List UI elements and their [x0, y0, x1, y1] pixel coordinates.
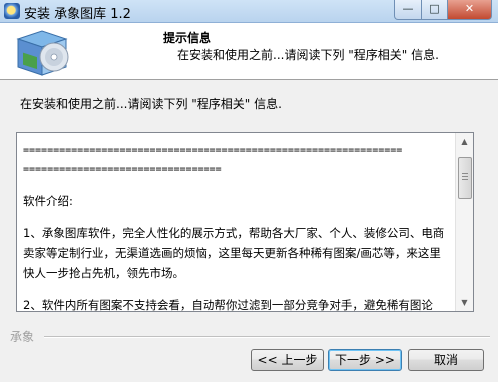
- scroll-up-arrow-icon[interactable]: ▲: [456, 133, 473, 150]
- brand-label: 承象: [10, 330, 35, 344]
- license-paragraph-2: 2、软件内所有图案不支持会看，自动帮你过滤到一部分竞争对手，避免稀有图论: [23, 298, 433, 312]
- section-heading: 软件介绍:: [23, 194, 73, 208]
- license-textbox[interactable]: ========================================…: [16, 132, 474, 312]
- close-button[interactable]: ✕: [448, 0, 492, 20]
- window-title: 安装 承象图库 1.2: [24, 7, 131, 22]
- license-paragraph-1: 1、承象图库软件，完全人性化的展示方式，帮助各大厂家、个人、装修公司、电商卖家等…: [23, 226, 445, 280]
- next-button[interactable]: 下一步 >>: [328, 349, 402, 371]
- installer-cd-icon: [4, 3, 20, 19]
- header-title: 提示信息: [163, 31, 212, 45]
- header-subtitle: 在安装和使用之前...请阅读下列 "程序相关" 信息.: [177, 48, 439, 62]
- license-content: ========================================…: [23, 141, 451, 312]
- back-button[interactable]: << 上一步: [251, 349, 324, 371]
- separator-line: ========================================…: [23, 145, 403, 156]
- maximize-button[interactable]: □: [422, 0, 448, 20]
- footer-divider: [44, 336, 490, 338]
- scroll-thumb[interactable]: [458, 157, 472, 199]
- cd-box-icon: [16, 30, 69, 76]
- window-controls: — □ ✕: [394, 0, 492, 20]
- wizard-header: 提示信息 在安装和使用之前...请阅读下列 "程序相关" 信息.: [0, 23, 498, 80]
- intro-text: 在安装和使用之前...请阅读下列 "程序相关" 信息.: [20, 97, 282, 111]
- cancel-button[interactable]: 取消: [408, 349, 484, 371]
- title-bar: 安装 承象图库 1.2 — □ ✕: [0, 0, 498, 23]
- minimize-button[interactable]: —: [394, 0, 422, 20]
- separator-line: =================================: [23, 164, 222, 175]
- vertical-scrollbar[interactable]: ▲ ▼: [455, 133, 473, 311]
- scroll-down-arrow-icon[interactable]: ▼: [456, 294, 473, 311]
